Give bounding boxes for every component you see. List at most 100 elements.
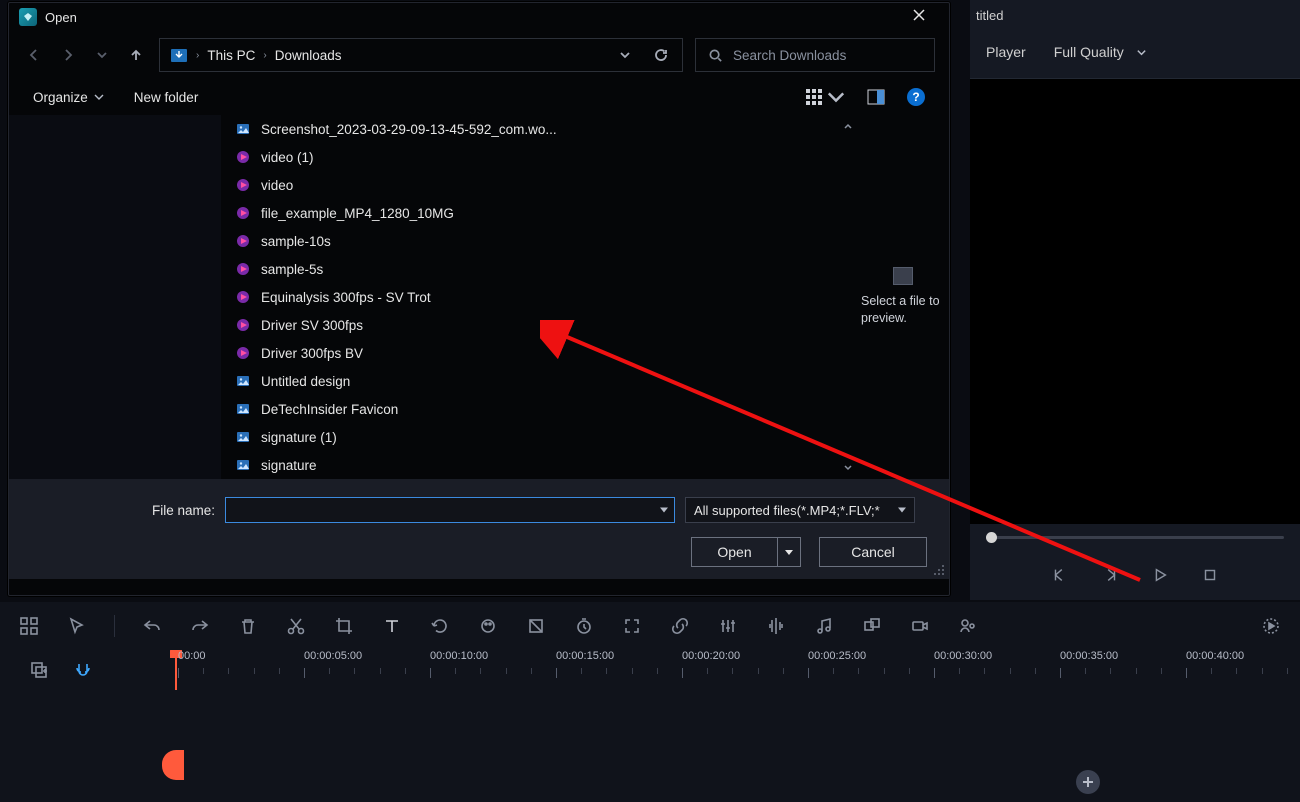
filetype-select[interactable]: All supported files(*.MP4;*.FLV;* [685, 497, 915, 523]
time-mark: 00:00:40:00 [1186, 650, 1244, 662]
open-dropdown-button[interactable] [778, 550, 800, 555]
filename-input[interactable] [225, 497, 675, 523]
file-name: Equinalysis 300fps - SV Trot [261, 290, 431, 305]
record-icon[interactable] [909, 615, 931, 637]
search-placeholder: Search Downloads [733, 48, 846, 63]
video-file-icon [235, 289, 251, 305]
undo-button[interactable] [141, 615, 163, 637]
view-mode-button[interactable] [805, 88, 845, 106]
text-icon[interactable] [381, 615, 403, 637]
scroll-up-icon[interactable] [842, 119, 854, 133]
expand-icon[interactable] [621, 615, 643, 637]
organize-menu[interactable]: Organize [33, 90, 104, 105]
player-label: Player [986, 44, 1026, 60]
file-item[interactable]: sample-10s [221, 227, 837, 255]
file-item[interactable]: Equinalysis 300fps - SV Trot [221, 283, 837, 311]
timeline-panel: 00:0000:00:05:0000:00:10:0000:00:15:0000… [0, 602, 1300, 802]
voice-icon[interactable] [957, 615, 979, 637]
file-item[interactable]: video [221, 171, 837, 199]
file-name: signature (1) [261, 430, 337, 445]
file-item[interactable]: Driver SV 300fps [221, 311, 837, 339]
nav-back-button[interactable] [23, 44, 45, 66]
file-item[interactable]: sample-5s [221, 255, 837, 283]
playhead[interactable] [175, 650, 177, 690]
mask-icon[interactable] [525, 615, 547, 637]
group-icon[interactable] [861, 615, 883, 637]
preview-thumbnail-icon [893, 267, 913, 285]
play-button[interactable] [1149, 564, 1171, 586]
address-dropdown-button[interactable] [614, 44, 636, 66]
cut-icon[interactable] [285, 615, 307, 637]
quality-value: Full Quality [1054, 44, 1124, 60]
rotate-icon[interactable] [429, 615, 451, 637]
file-item[interactable]: Screenshot_2023-03-29-09-13-45-592_com.w… [221, 115, 837, 143]
preview-pane: Select a file to preview. [857, 115, 949, 479]
cursor-icon[interactable] [66, 615, 88, 637]
file-name: Driver SV 300fps [261, 318, 363, 333]
dialog-title: Open [45, 10, 77, 25]
nav-forward-button[interactable] [57, 44, 79, 66]
delete-button[interactable] [237, 615, 259, 637]
video-file-icon [235, 233, 251, 249]
address-bar[interactable]: › This PC › Downloads [159, 38, 683, 72]
preview-panel: titled Player Full Quality [970, 0, 1300, 600]
quality-select[interactable]: Full Quality [1044, 38, 1157, 66]
crop-icon[interactable] [333, 615, 355, 637]
time-mark: 00:00:10:00 [430, 650, 488, 662]
file-name: Screenshot_2023-03-29-09-13-45-592_com.w… [261, 122, 557, 137]
record-knob[interactable] [162, 750, 184, 780]
scroll-down-icon[interactable] [842, 461, 854, 475]
preview-progress[interactable] [970, 524, 1300, 550]
close-button[interactable] [899, 8, 939, 27]
video-file-icon [235, 345, 251, 361]
file-item[interactable]: signature [221, 451, 837, 479]
magnet-icon[interactable] [72, 659, 94, 681]
nav-up-button[interactable] [125, 44, 147, 66]
video-file-icon [235, 149, 251, 165]
add-clip-button[interactable] [1076, 770, 1100, 794]
resize-grip-icon[interactable] [933, 563, 945, 575]
nav-recent-button[interactable] [91, 44, 113, 66]
music-icon[interactable] [813, 615, 835, 637]
preview-pane-button[interactable] [867, 88, 885, 106]
redo-button[interactable] [189, 615, 211, 637]
prev-frame-button[interactable] [1049, 564, 1071, 586]
file-item[interactable]: video (1) [221, 143, 837, 171]
file-list[interactable]: Screenshot_2023-03-29-09-13-45-592_com.w… [221, 115, 857, 479]
folder-tree[interactable] [9, 115, 221, 479]
file-name: Untitled design [261, 374, 350, 389]
add-track-icon[interactable] [28, 659, 50, 681]
render-icon[interactable] [1260, 615, 1282, 637]
file-name: file_example_MP4_1280_10MG [261, 206, 454, 221]
next-frame-button[interactable] [1099, 564, 1121, 586]
file-item[interactable]: Driver 300fps BV [221, 339, 837, 367]
color-icon[interactable] [477, 615, 499, 637]
stop-button[interactable] [1199, 564, 1221, 586]
file-item[interactable]: file_example_MP4_1280_10MG [221, 199, 837, 227]
adjust-icon[interactable] [717, 615, 739, 637]
file-item[interactable]: signature (1) [221, 423, 837, 451]
cancel-button[interactable]: Cancel [819, 537, 927, 567]
app-logo-icon [19, 8, 37, 26]
grid-icon[interactable] [18, 615, 40, 637]
open-button[interactable]: Open [691, 537, 801, 567]
audio-icon[interactable] [765, 615, 787, 637]
file-name: video [261, 178, 293, 193]
link-icon[interactable] [669, 615, 691, 637]
time-mark: 00:00:25:00 [808, 650, 866, 662]
image-file-icon [235, 121, 251, 137]
image-file-icon [235, 429, 251, 445]
file-item[interactable]: Untitled design [221, 367, 837, 395]
search-input[interactable]: Search Downloads [695, 38, 935, 72]
breadcrumb-this-pc[interactable]: This PC [207, 48, 255, 63]
new-folder-button[interactable]: New folder [134, 90, 199, 105]
file-name: signature [261, 458, 317, 473]
timeline-ruler[interactable]: 00:0000:00:05:0000:00:10:0000:00:15:0000… [170, 650, 1300, 690]
help-icon[interactable]: ? [907, 88, 925, 106]
breadcrumb-downloads[interactable]: Downloads [275, 48, 342, 63]
time-mark: 00:00:05:00 [304, 650, 362, 662]
timer-icon[interactable] [573, 615, 595, 637]
file-item[interactable]: DeTechInsider Favicon [221, 395, 837, 423]
time-mark: 00:00:30:00 [934, 650, 992, 662]
refresh-button[interactable] [650, 44, 672, 66]
